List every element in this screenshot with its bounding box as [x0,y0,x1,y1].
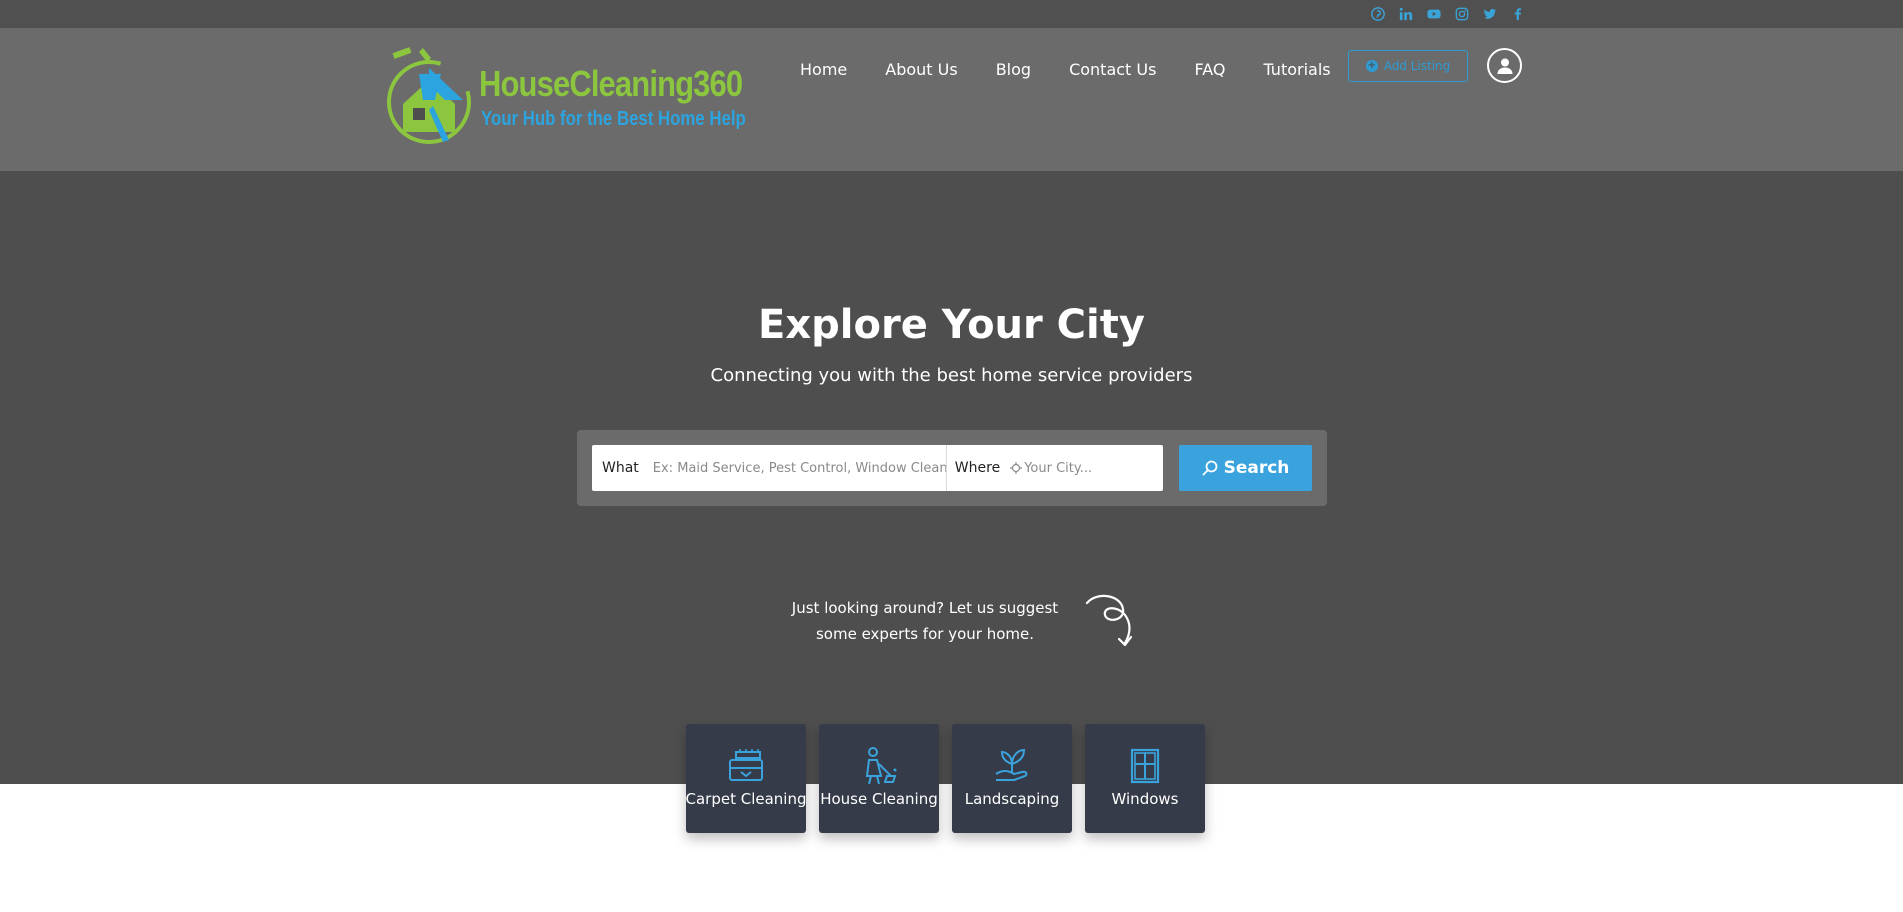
curly-arrow-icon [1085,594,1133,647]
category-label: House Cleaning [820,790,938,808]
category-card-windows[interactable]: Windows [1085,724,1205,833]
add-listing-button[interactable]: + Add Listing [1348,50,1468,82]
category-cards: Carpet Cleaning House Cleaning Landscapi… [686,724,1205,833]
social-links [1371,0,1903,28]
category-label: Carpet Cleaning [685,790,807,808]
search-fields: What Where [592,445,1163,491]
what-label: What [602,460,639,476]
pinterest-icon[interactable] [1371,7,1385,21]
where-label: Where [954,460,1001,476]
nav-about-us[interactable]: About Us [885,60,957,79]
category-card-house-cleaning[interactable]: House Cleaning [819,724,939,833]
crosshair-icon [1010,462,1023,474]
logo-text: HouseCleaning360 Your Hub for the Best H… [479,64,796,131]
youtube-icon[interactable] [1427,7,1441,21]
user-icon [1497,58,1512,74]
search-panel: What Where Search [577,430,1327,506]
site-logo[interactable]: HouseCleaning360 Your Hub for the Best H… [383,44,746,156]
logo-emblem-icon [387,47,471,144]
search-button-label: Search [1223,458,1290,478]
search-icon [1202,460,1217,476]
hero-subtitle: Connecting you with the best home servic… [710,365,1193,386]
search-button[interactable]: Search [1179,445,1312,491]
linkedin-icon[interactable] [1399,7,1413,21]
logo-tagline: Your Hub for the Best Home Help [481,108,746,130]
nav-tutorials[interactable]: Tutorials [1263,60,1330,79]
category-label: Landscaping [964,790,1060,808]
category-card-carpet-cleaning[interactable]: Carpet Cleaning [685,724,807,833]
twitter-icon[interactable] [1483,7,1497,21]
site-header: HouseCleaning360 Your Hub for the Best H… [0,28,1903,171]
category-label: Windows [1111,790,1179,808]
plus-icon: + [1365,60,1378,72]
nav-faq[interactable]: FAQ [1194,60,1225,79]
nav-home[interactable]: Home [800,60,847,79]
suggest-text: Just looking around? Let us suggest some… [791,599,1059,643]
nav-blog[interactable]: Blog [996,60,1031,79]
hero-section: Explore Your City Connecting you with th… [0,171,1903,784]
house-cleaning-icon [865,747,897,785]
what-input[interactable] [652,445,946,491]
top-bar [0,0,1903,28]
hero-title: Explore Your City [758,302,1145,348]
category-card-landscaping[interactable]: Landscaping [952,724,1072,833]
main-nav: Home About Us Blog Contact Us FAQ Tutori… [800,54,1369,84]
carpet-cleaning-icon [729,749,763,781]
landscaping-icon [995,748,1028,781]
instagram-icon[interactable] [1455,7,1469,21]
add-listing-label: Add Listing [1383,59,1451,73]
user-account-button[interactable] [1487,48,1522,83]
facebook-icon[interactable] [1511,7,1525,21]
logo-title: HouseCleaning360 [479,63,743,104]
where-input[interactable] [1024,445,1145,491]
nav-contact-us[interactable]: Contact Us [1069,60,1156,79]
window-icon [1130,748,1160,784]
